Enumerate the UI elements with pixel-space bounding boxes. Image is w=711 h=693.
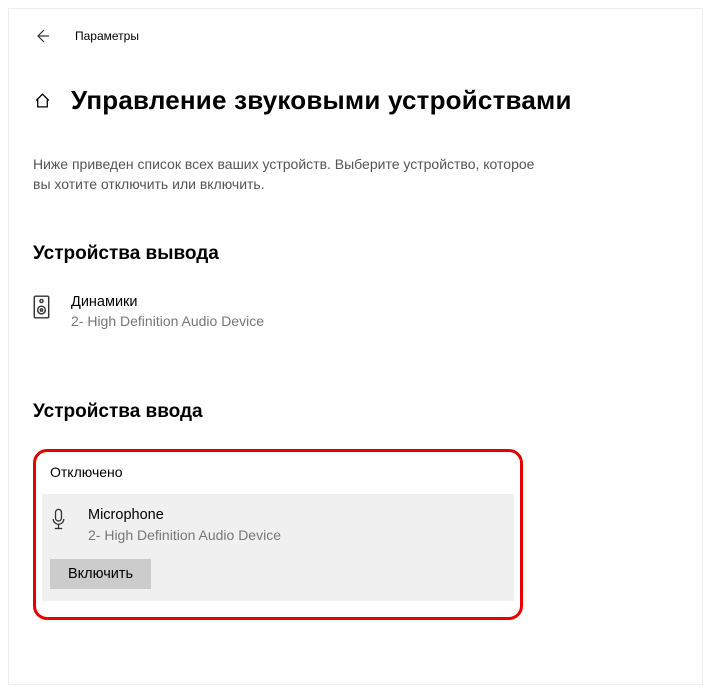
back-arrow-icon[interactable] — [33, 27, 51, 45]
home-icon[interactable] — [33, 92, 51, 110]
output-device-sub: 2- High Definition Audio Device — [71, 312, 264, 331]
output-device-name: Динамики — [71, 293, 264, 313]
enable-button[interactable]: Включить — [50, 559, 151, 589]
input-device-text: Microphone 2- High Definition Audio Devi… — [88, 506, 281, 544]
microphone-icon — [50, 508, 70, 537]
speaker-icon — [33, 295, 53, 324]
output-section-heading: Устройства вывода — [33, 243, 678, 265]
input-device-name: Microphone — [88, 506, 281, 526]
input-device-sub: 2- High Definition Audio Device — [88, 526, 281, 545]
input-device-item[interactable]: Microphone 2- High Definition Audio Devi… — [50, 504, 506, 546]
input-device-selected: Microphone 2- High Definition Audio Devi… — [42, 494, 514, 600]
page-title: Управление звуковыми устройствами — [71, 85, 572, 116]
header-bar: Параметры — [33, 27, 678, 45]
input-section-heading: Устройства ввода — [33, 401, 678, 423]
page-description: Ниже приведен список всех ваших устройст… — [33, 154, 553, 195]
highlight-annotation: Отключено Microphone 2- High Definition … — [33, 449, 523, 619]
output-device-item[interactable]: Динамики 2- High Definition Audio Device — [33, 291, 678, 333]
output-device-text: Динамики 2- High Definition Audio Device — [71, 293, 264, 331]
window-label: Параметры — [75, 29, 139, 43]
settings-window: Параметры Управление звуковыми устройств… — [8, 8, 703, 685]
title-row: Управление звуковыми устройствами — [33, 85, 678, 116]
disabled-group-label: Отключено — [50, 464, 506, 480]
